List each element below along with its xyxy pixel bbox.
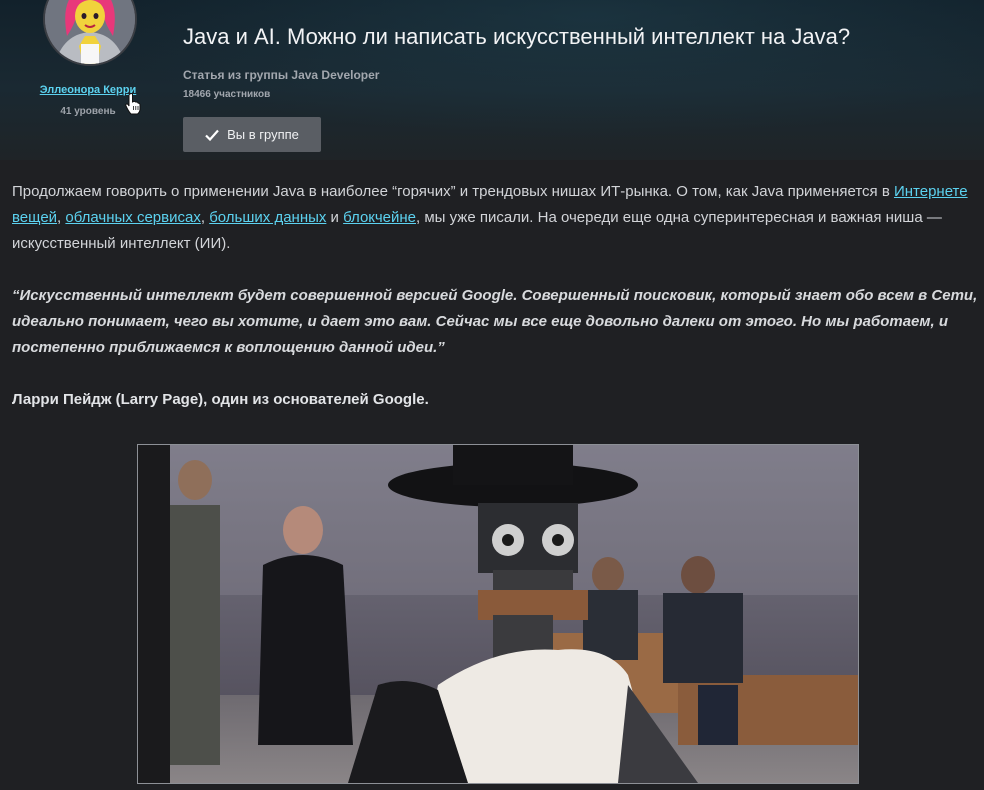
intro-text-start: Продолжаем говорить о применении Java в … bbox=[12, 183, 894, 200]
article-page: Эллеонора Керри 41 уровень Java и AI. Мо… bbox=[0, 0, 984, 790]
separator: , bbox=[200, 209, 210, 226]
in-group-button[interactable]: Вы в группе bbox=[183, 117, 321, 152]
separator: и bbox=[326, 209, 344, 226]
group-label: Статья из группы Java Developer bbox=[183, 68, 380, 82]
check-icon bbox=[205, 129, 219, 141]
author-name-link[interactable]: Эллеонора Керри bbox=[38, 84, 138, 96]
members-count: 18466 участников bbox=[183, 89, 271, 100]
author-level: 41 уровень bbox=[60, 106, 116, 117]
quote: “Искусственный интеллект будет совершенн… bbox=[12, 287, 978, 356]
quote-author: Ларри Пейдж (Larry Page), один из основа… bbox=[12, 391, 429, 408]
link-bigdata[interactable]: больших данных bbox=[209, 209, 326, 226]
link-cloud[interactable]: облачных сервисах bbox=[65, 209, 200, 226]
in-group-button-label: Вы в группе bbox=[227, 127, 299, 142]
article-image bbox=[137, 444, 859, 784]
article-body: Продолжаем говорить о применении Java в … bbox=[12, 179, 980, 413]
intro-paragraph: Продолжаем говорить о применении Java в … bbox=[12, 179, 980, 257]
link-blockchain[interactable]: блокчейне bbox=[343, 209, 416, 226]
robot-photo bbox=[138, 445, 858, 783]
article-title: Java и AI. Можно ли написать искусственн… bbox=[183, 24, 851, 49]
hand-pointer-icon bbox=[125, 93, 141, 115]
